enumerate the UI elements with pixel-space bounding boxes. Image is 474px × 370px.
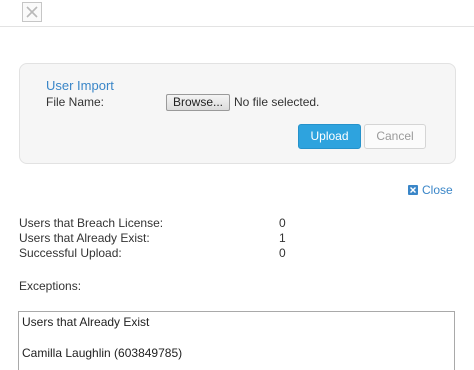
- close-square-icon: [408, 185, 418, 195]
- exceptions-spacer: [22, 329, 451, 346]
- dialog-top-bar: [0, 0, 474, 27]
- upload-stats: Users that Breach License: 0 Users that …: [19, 216, 319, 261]
- close-link[interactable]: Close: [408, 183, 453, 197]
- stat-label: Successful Upload:: [19, 246, 122, 260]
- upload-button[interactable]: Upload: [298, 124, 361, 149]
- panel-title: User Import: [46, 78, 114, 93]
- browse-button[interactable]: Browse...: [166, 94, 230, 111]
- exceptions-label: Exceptions:: [19, 279, 82, 293]
- close-link-label[interactable]: Close: [422, 183, 453, 197]
- close-x-icon[interactable]: [22, 2, 42, 22]
- cancel-button[interactable]: Cancel: [364, 124, 426, 149]
- exceptions-title: Users that Already Exist: [22, 315, 150, 329]
- exceptions-textarea[interactable]: Users that Already Exist Camilla Laughli…: [18, 311, 455, 370]
- stat-row-breach-license: Users that Breach License: 0: [19, 216, 319, 231]
- stat-value: 0: [279, 246, 286, 260]
- stat-row-successful-upload: Successful Upload: 0: [19, 246, 319, 261]
- user-import-panel: User Import File Name: Browse... No file…: [19, 63, 456, 164]
- stat-label: Users that Breach License:: [19, 216, 164, 230]
- file-name-label: File Name:: [46, 95, 105, 109]
- stat-row-already-exist: Users that Already Exist: 1: [19, 231, 319, 246]
- file-status-text: No file selected.: [234, 95, 320, 109]
- stat-label: Users that Already Exist:: [19, 231, 150, 245]
- stat-value: 0: [279, 216, 286, 230]
- stat-value: 1: [279, 231, 286, 245]
- exception-entry: Camilla Laughlin (603849785): [22, 346, 183, 360]
